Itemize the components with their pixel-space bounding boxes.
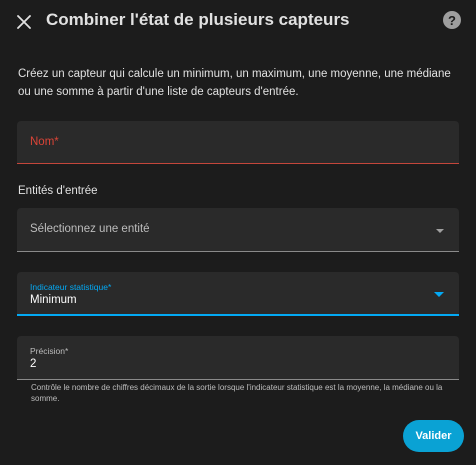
- close-button[interactable]: [13, 11, 35, 33]
- dialog-title: Combiner l'état de plusieurs capteurs: [46, 10, 350, 29]
- precision-helper-text: Contrôle le nombre de chiffres décimaux …: [31, 383, 443, 403]
- dialog: Combiner l'état de plusieurs capteurs ? …: [0, 0, 476, 465]
- entity-select-placeholder: Sélectionnez une entité: [30, 223, 150, 235]
- stat-type-select[interactable]: Indicateur statistique* Minimum: [17, 272, 459, 316]
- chevron-down-icon: [436, 229, 444, 233]
- chevron-down-icon: [434, 292, 444, 297]
- entity-select[interactable]: Sélectionnez une entité: [17, 208, 459, 252]
- precision-value: 2: [30, 358, 37, 370]
- close-icon: [17, 15, 31, 29]
- dialog-header: Combiner l'état de plusieurs capteurs ?: [0, 0, 476, 44]
- help-button[interactable]: ?: [443, 11, 461, 29]
- submit-button[interactable]: Valider: [403, 420, 464, 452]
- entities-section-label: Entités d'entrée: [18, 185, 98, 197]
- name-field-underline: [17, 163, 459, 164]
- precision-field[interactable]: Précision* 2: [17, 336, 459, 380]
- stat-type-underline: [17, 314, 459, 316]
- help-circle-icon: ?: [448, 12, 456, 28]
- stat-type-label: Indicateur statistique*: [30, 282, 112, 292]
- name-field-placeholder: Nom*: [30, 136, 59, 148]
- precision-label: Précision*: [30, 346, 69, 356]
- name-field[interactable]: Nom*: [17, 121, 459, 164]
- dialog-description: Créez un capteur qui calcule un minimum,…: [18, 68, 451, 98]
- precision-underline: [17, 379, 459, 380]
- stat-type-value: Minimum: [30, 294, 77, 306]
- entity-select-underline: [17, 251, 459, 252]
